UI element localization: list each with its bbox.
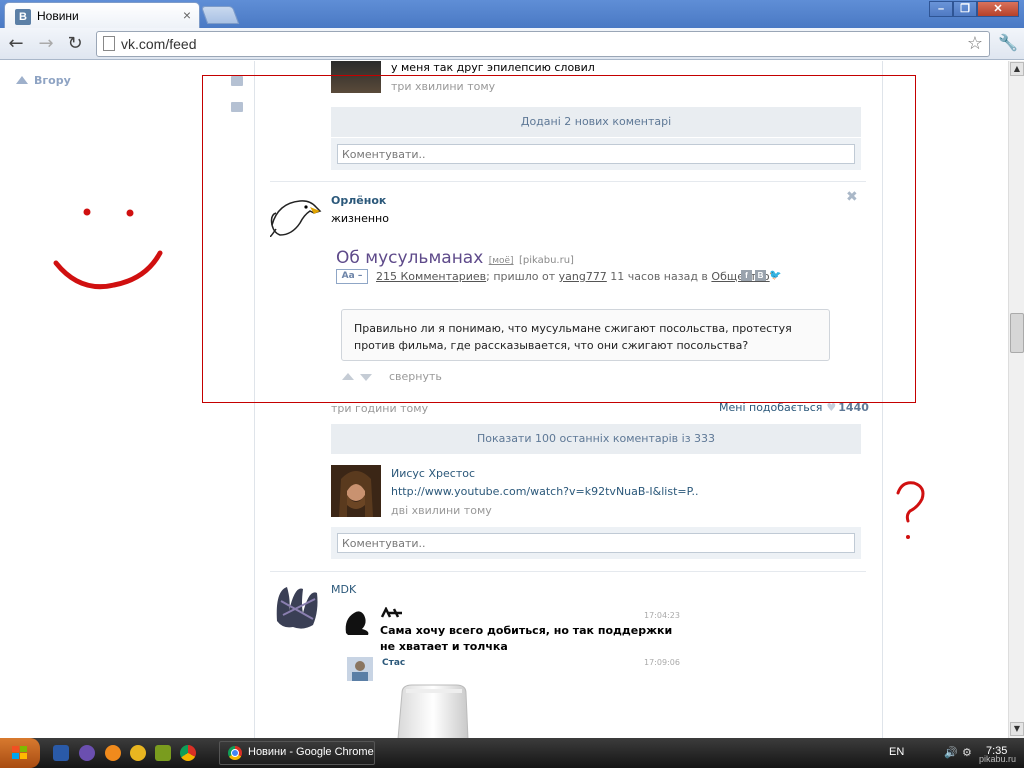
vk-favicon-icon: В <box>15 9 31 25</box>
scribble-name-icon <box>380 607 402 618</box>
windows-flag-icon <box>12 746 27 759</box>
minimize-button[interactable]: – <box>929 1 953 17</box>
url-text[interactable]: vk.com/feed <box>121 36 196 52</box>
show-comments-bar[interactable]: Показати 100 останніх коментарів із 333 <box>331 424 861 454</box>
maximize-button[interactable]: ❐ <box>953 1 977 17</box>
chrome-quicklaunch-icon[interactable] <box>180 745 196 761</box>
tab-title: Новини <box>37 9 79 23</box>
page-icon <box>103 36 115 51</box>
jesus-avatar[interactable] <box>331 465 381 517</box>
page-scrollbar[interactable]: ▲ ▼ <box>1008 61 1024 738</box>
comment-time[interactable]: дві хвилини тому <box>391 504 492 517</box>
chat-message-line1: Сама хочу всего добиться, но так поддерж… <box>380 624 673 637</box>
quicklaunch-icon-2[interactable] <box>79 745 95 761</box>
browser-tab-active[interactable]: В Новини × <box>4 2 200 28</box>
annotation-frame <box>202 75 916 403</box>
post-author[interactable]: MDK <box>331 583 356 596</box>
bookmark-star-icon[interactable]: ☆ <box>967 33 983 54</box>
chat-time: 17:09:06 <box>644 658 680 667</box>
reload-icon[interactable]: ↻ <box>63 32 87 56</box>
browser-toolbar: ← → ↻ vk.com/feed ☆ 🔧 <box>0 28 1024 60</box>
chat-avatar <box>342 605 372 637</box>
start-button[interactable] <box>0 738 40 768</box>
address-bar[interactable]: vk.com/feed ☆ <box>96 31 990 57</box>
close-window-button[interactable]: ✕ <box>977 1 1019 17</box>
stas-avatar <box>347 657 373 681</box>
quicklaunch-icon-4[interactable] <box>130 745 146 761</box>
up-triangle-icon <box>16 76 28 84</box>
wrench-icon[interactable]: 🔧 <box>998 33 1018 52</box>
back-to-top-link[interactable]: Вгору <box>16 74 71 87</box>
chat-message-line2: не хватает и толчка <box>380 640 508 653</box>
new-tab-button[interactable] <box>200 6 240 24</box>
network-icon[interactable]: ⚙ <box>962 746 972 759</box>
mdk-avatar[interactable] <box>273 581 321 631</box>
windows-taskbar: Новини - Google Chrome EN 🔊 ⚙ 7:35 <box>0 738 1024 768</box>
chat-time: 17:04:23 <box>644 611 680 620</box>
scroll-down-icon[interactable]: ▼ <box>1010 722 1024 736</box>
comment-author[interactable]: Иисус Хрестос <box>391 467 475 480</box>
smiley-drawing <box>53 208 163 290</box>
task-label: Новини - Google Chrome <box>248 746 374 758</box>
quicklaunch-icon-1[interactable] <box>53 745 69 761</box>
tab-close-icon[interactable]: × <box>183 7 191 23</box>
volume-icon[interactable]: 🔊 <box>944 746 958 759</box>
browser-titlebar: В Новини × – ❐ ✕ <box>0 0 1024 28</box>
quicklaunch-icon-5[interactable] <box>155 745 171 761</box>
comment-text: у меня так друг эпилепсию словил <box>391 61 595 74</box>
chat-name: Стас <box>382 658 406 668</box>
post-time[interactable]: три години тому <box>331 402 428 415</box>
back-arrow-icon[interactable]: ← <box>4 32 28 56</box>
forward-arrow-icon[interactable]: → <box>34 32 58 56</box>
language-indicator[interactable]: EN <box>889 746 904 758</box>
scroll-up-icon[interactable]: ▲ <box>1010 62 1024 76</box>
chrome-icon <box>228 746 242 760</box>
youtube-link[interactable]: http://www.youtube.com/watch?v=k92tvNuaB… <box>391 485 699 498</box>
post-divider <box>270 571 866 572</box>
quicklaunch-icon-3[interactable] <box>105 745 121 761</box>
question-mark-drawing <box>896 481 925 539</box>
comment-box: Коментувати.. <box>331 527 861 559</box>
comment-input[interactable]: Коментувати.. <box>337 533 855 553</box>
toilet-image <box>397 684 469 738</box>
watermark: pikabu.ru <box>979 754 1017 764</box>
scroll-thumb[interactable] <box>1010 313 1024 353</box>
back-up-label: Вгору <box>34 74 71 87</box>
taskbar-chrome-window[interactable]: Новини - Google Chrome <box>219 741 375 765</box>
